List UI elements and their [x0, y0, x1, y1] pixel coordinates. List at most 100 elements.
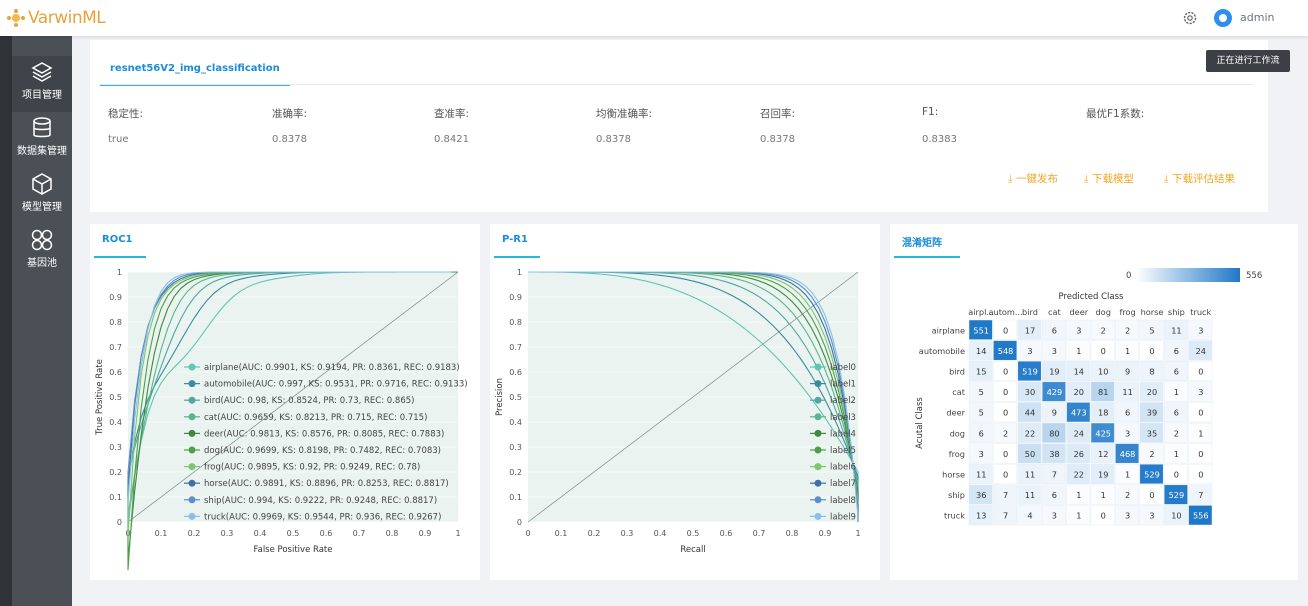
cm-cell-value: 0	[1003, 367, 1008, 377]
cm-cell-value: 0	[1101, 511, 1106, 521]
cm-row-label: cat	[952, 387, 966, 397]
x-tick-label: 0.7	[753, 529, 766, 538]
download-eval-button[interactable]: ⤓ 下载评估结果	[1164, 171, 1235, 186]
cm-cell-value: 3	[979, 449, 984, 459]
legend-swatch-dot	[814, 429, 822, 437]
cm-cell-value: 44	[1025, 408, 1035, 418]
clover-icon	[31, 229, 53, 251]
cm-col-label: dog	[1095, 307, 1110, 317]
cm-cell-value: 548	[998, 346, 1014, 356]
cm-cell-value: 5	[979, 408, 984, 418]
cm-y-title: Acutal Class	[915, 397, 925, 449]
gear-icon[interactable]	[1182, 10, 1198, 26]
cm-cell-value: 3	[1198, 325, 1203, 335]
legend-label: airplane(AUC: 0.9901, KS: 0.9194, PR: 0.…	[204, 363, 460, 373]
x-tick-label: 1	[455, 529, 460, 538]
cm-cell-value: 6	[1174, 408, 1179, 418]
legend-label: horse(AUC: 0.9891, KS: 0.8896, PR: 0.825…	[204, 479, 449, 489]
y-tick-label: 0.4	[109, 418, 122, 427]
metric-value: 0.8378	[760, 134, 795, 145]
download-model-button[interactable]: ⤓ 下载模型	[1084, 171, 1134, 186]
cm-cell-value: 20	[1147, 387, 1157, 397]
cm-cell-value: 519	[1022, 367, 1038, 377]
legend-label: label8	[830, 496, 856, 506]
sidebar-item-label: 模型管理	[22, 202, 62, 213]
cm-cell-value: 0	[1003, 325, 1008, 335]
cm-cell-value: 9	[1125, 367, 1130, 377]
cm-col-label: frog	[1119, 307, 1135, 317]
cm-cell-value: 6	[1125, 408, 1130, 418]
cm-cell-value: 19	[1098, 470, 1108, 480]
username[interactable]: admin	[1240, 11, 1274, 24]
publish-label: 一键发布	[1015, 173, 1058, 185]
avatar[interactable]	[1214, 9, 1232, 27]
cm-cell-value: 26	[1074, 449, 1084, 459]
logo-text: VarwinML	[28, 8, 106, 28]
legend-swatch-dot	[188, 479, 196, 487]
x-tick-label: 0.4	[254, 529, 267, 538]
publish-button[interactable]: ⤓ 一键发布	[1008, 171, 1058, 186]
y-tick-label: 0.3	[509, 443, 522, 452]
legend-swatch-dot	[188, 463, 196, 471]
y-tick-label: 0.2	[109, 468, 122, 477]
x-axis-label: False Positive Rate	[254, 545, 333, 555]
cm-cell-value: 6	[1052, 490, 1057, 500]
cm-cell-value: 473	[1071, 408, 1087, 418]
legend-label: deer(AUC: 0.9813, KS: 0.8576, PR: 0.8085…	[204, 429, 444, 439]
cm-cell-value: 36	[976, 490, 986, 500]
legend-swatch-dot	[188, 429, 196, 437]
download-model-label: 下载模型	[1091, 173, 1134, 185]
sidebar-item-genepool[interactable]: 基因池	[12, 224, 72, 280]
legend-label: truck(AUC: 0.9969, KS: 0.9544, PR: 0.936…	[204, 512, 441, 522]
cm-col-label: autom...	[988, 307, 1022, 317]
cm-cell-value: 3	[1125, 428, 1130, 438]
legend-label: label0	[830, 363, 856, 373]
cm-cell-value: 14	[1074, 367, 1084, 377]
cm-cell-value: 0	[1003, 387, 1008, 397]
cm-cell-value: 0	[1149, 490, 1154, 500]
color-scale-min: 0	[1126, 271, 1131, 281]
cm-cell-value: 1	[1101, 490, 1106, 500]
cm-col-label: bird	[1022, 307, 1038, 317]
legend-swatch-dot	[188, 363, 196, 371]
legend-label: label3	[830, 413, 856, 423]
cube-icon	[32, 173, 52, 195]
cm-x-title: Predicted Class	[1059, 292, 1125, 302]
sidebar-item-models[interactable]: 模型管理	[12, 168, 72, 224]
y-tick-label: 0.2	[509, 468, 522, 477]
cm-cell-value: 3	[1052, 511, 1057, 521]
tab-model[interactable]: resnet56V2_img_classification	[100, 58, 290, 86]
cm-cell-value: 1	[1125, 470, 1130, 480]
y-tick-label: 1	[117, 268, 122, 277]
cm-cell-value: 3	[1125, 511, 1130, 521]
x-tick-label: 0.2	[588, 529, 601, 538]
y-tick-label: 0.8	[109, 318, 122, 327]
x-tick-label: 0.5	[287, 529, 300, 538]
app-logo[interactable]: VarwinML	[6, 6, 106, 30]
x-tick-label: 1	[855, 529, 860, 538]
cm-cell-value: 3	[1076, 325, 1081, 335]
cm-cell-value: 6	[1174, 367, 1179, 377]
y-tick-label: 0.1	[509, 493, 522, 502]
x-axis-label: Recall	[680, 545, 705, 555]
sidebar-item-projects[interactable]: 项目管理	[12, 56, 72, 112]
workflow-tooltip[interactable]: 正在进行工作流	[1206, 50, 1290, 72]
cm-row-label: airplane	[932, 325, 965, 335]
legend-swatch-dot	[814, 380, 822, 388]
cm-cell-value: 2	[1125, 325, 1130, 335]
x-tick-label: 0.4	[654, 529, 667, 538]
legend-label: label5	[830, 446, 856, 456]
cm-cell-value: 529	[1169, 490, 1185, 500]
x-tick-label: 0.1	[555, 529, 568, 538]
cm-cell-value: 8	[1149, 367, 1154, 377]
sidebar-item-datasets[interactable]: 数据集管理	[12, 112, 72, 168]
legend-swatch-dot	[814, 446, 822, 454]
cm-cell-value: 20	[1074, 387, 1084, 397]
sidebar-item-label: 基因池	[27, 258, 57, 269]
legend-label: frog(AUC: 0.9895, KS: 0.92, PR: 0.9249, …	[204, 463, 420, 473]
cm-col-label: horse	[1141, 307, 1164, 317]
pr-panel: P-R1 0 0 0.1 0.1 0.2 0.2 0.3 0.3 0.4 0.4 0.5 0.5 0.6…	[490, 224, 880, 580]
y-tick-label: 1	[517, 268, 522, 277]
metric-label: 召回率:	[760, 108, 796, 120]
sidebar-edge	[0, 36, 12, 606]
